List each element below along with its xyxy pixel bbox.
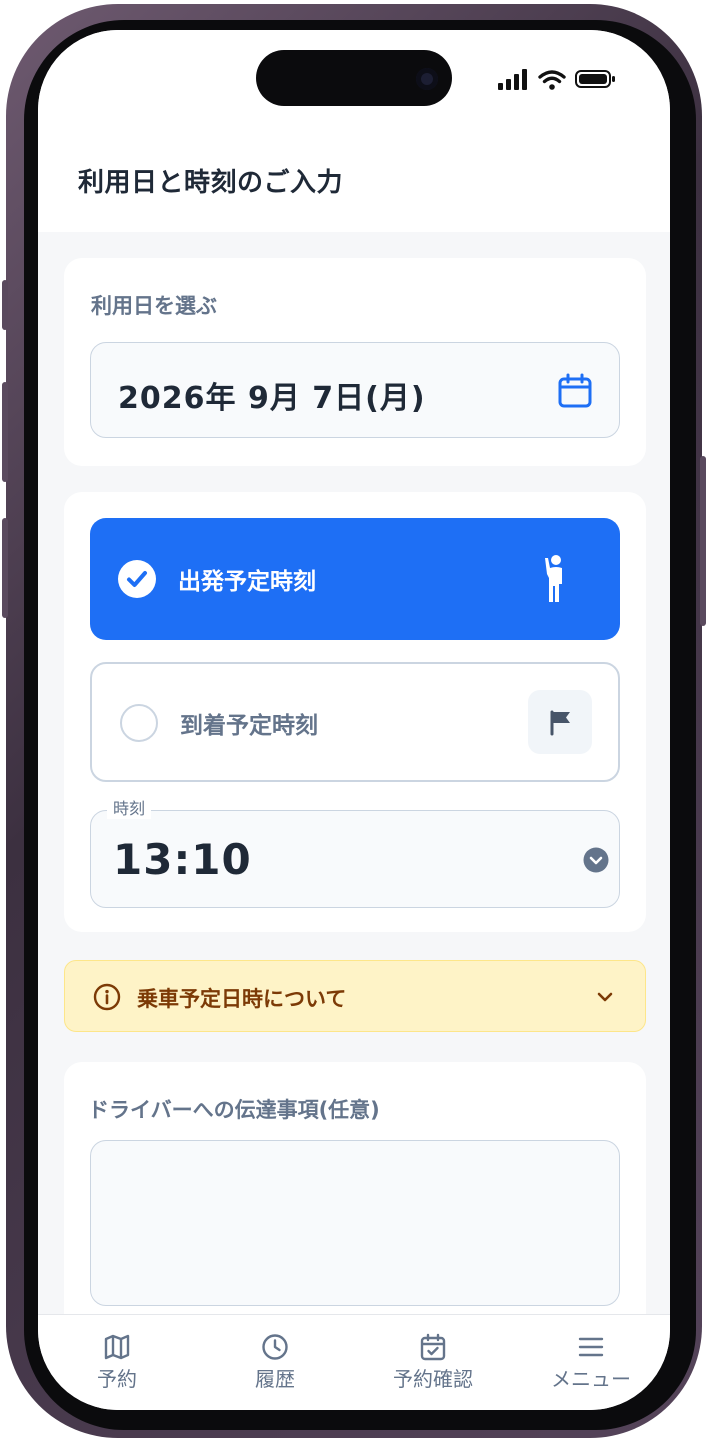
driver-note-label: ドライバーへの伝達事項(任意) — [88, 1098, 380, 1122]
arrival-radio-unchecked[interactable] — [120, 704, 158, 742]
departure-option-label: 出発予定時刻 — [178, 569, 316, 595]
tab-label-menu: メニュー — [551, 1367, 631, 1391]
volume-up-button — [2, 382, 8, 482]
info-icon — [93, 983, 121, 1011]
tab-label-reservation: 予約 — [97, 1367, 137, 1391]
signal-icon — [498, 69, 527, 90]
front-camera — [416, 68, 438, 90]
bottom-tab-bar: 予約 履歴 予約確認 メニュー — [38, 1314, 670, 1410]
calendar-icon[interactable] — [557, 373, 593, 409]
check-icon — [127, 571, 147, 587]
departure-time-option[interactable]: 出発予定時刻 — [90, 518, 620, 640]
volume-down-button — [2, 518, 8, 618]
tab-label-history: 履歴 — [255, 1367, 295, 1391]
status-bar — [38, 30, 670, 130]
menu-icon — [578, 1337, 604, 1357]
chevron-down-circle-icon[interactable] — [583, 847, 609, 873]
time-card: 出発予定時刻 到着予定時刻 時刻 13:10 — [64, 492, 646, 932]
action-button — [2, 280, 8, 330]
departure-radio-checked[interactable] — [118, 560, 156, 598]
wifi-icon — [538, 70, 566, 84]
tab-reservation-check[interactable]: 予約確認 — [354, 1315, 512, 1410]
screen: 利用日と時刻のご入力 利用日を選ぶ 2026年 9月 7日(月) 出発予定時刻 — [38, 30, 670, 1410]
date-section-label: 利用日を選ぶ — [91, 294, 217, 318]
status-icons — [498, 69, 615, 90]
time-value: 13:10 — [113, 835, 252, 884]
date-card: 利用日を選ぶ 2026年 9月 7日(月) — [64, 258, 646, 466]
tab-label-reservation-check: 予約確認 — [393, 1367, 473, 1391]
driver-note-textarea[interactable] — [90, 1140, 620, 1306]
app-header: 利用日と時刻のご入力 — [38, 130, 670, 232]
info-banner-text: 乗車予定日時について — [137, 987, 347, 1011]
chevron-down-icon[interactable] — [595, 987, 615, 1007]
page-title: 利用日と時刻のご入力 — [78, 168, 344, 198]
tab-reservation[interactable]: 予約 — [38, 1315, 196, 1410]
time-select-field[interactable]: 時刻 13:10 — [90, 799, 620, 908]
time-field-label: 時刻 — [107, 799, 152, 819]
tab-history[interactable]: 履歴 — [196, 1315, 354, 1410]
person-waving-icon — [545, 555, 562, 602]
arrival-option-label: 到着予定時刻 — [180, 713, 318, 739]
date-picker-field[interactable]: 2026年 9月 7日(月) — [90, 342, 620, 438]
ride-datetime-info-banner[interactable]: 乗車予定日時について — [64, 960, 646, 1032]
map-icon — [104, 1334, 130, 1360]
calendar-check-icon — [420, 1333, 446, 1361]
clock-icon — [262, 1334, 288, 1360]
flag-icon-box — [528, 690, 592, 754]
flag-icon — [550, 710, 570, 736]
arrival-time-option[interactable]: 到着予定時刻 — [90, 662, 620, 782]
date-value: 2026年 9月 7日(月) — [118, 381, 426, 416]
tab-menu[interactable]: メニュー — [512, 1315, 670, 1410]
power-button — [700, 456, 706, 626]
battery-icon — [575, 70, 615, 88]
